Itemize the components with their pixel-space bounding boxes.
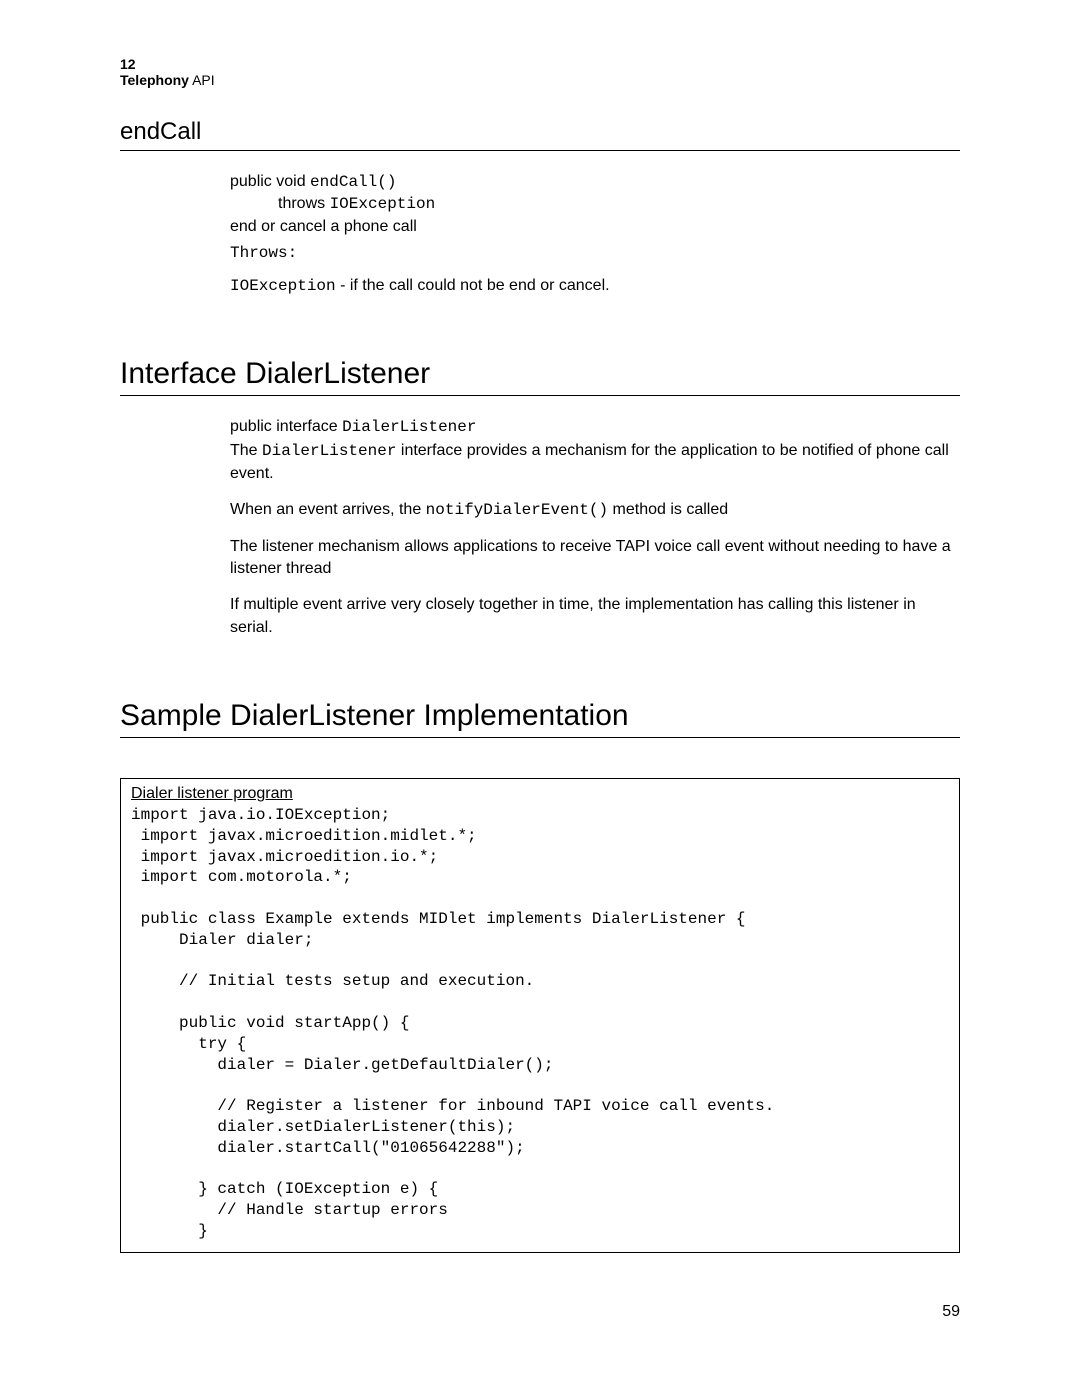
code-lines: import java.io.IOException; import javax… [131,805,949,1242]
dl-para2-code: notifyDialerEvent() [426,501,608,519]
page-header: 12 Telephony API [120,56,960,88]
throws-kw: throws [278,195,330,212]
dl-para2-pre: When an event arrives, the [230,501,426,518]
chapter-title-rest: API [189,72,215,88]
dialerlistener-block: public interface DialerListener The Dial… [230,416,960,639]
dl-para1-code: DialerListener [262,442,396,460]
endcall-block: public void endCall() throws IOException… [230,171,960,297]
code-box: Dialer listener program import java.io.I… [120,778,960,1253]
dl-para2-post: method is called [608,501,728,518]
heading-endcall: endCall [120,118,960,146]
page-container: 12 Telephony API endCall public void end… [0,0,1080,1361]
heading-dialerlistener: Interface DialerListener [120,357,960,391]
heading-sample: Sample DialerListener Implementation [120,699,960,733]
dl-para2: When an event arrives, the notifyDialerE… [230,499,960,521]
endcall-signature-line1: public void endCall() [230,171,960,193]
page-number: 59 [120,1303,960,1321]
sig-prefix: public void [230,173,310,190]
endcall-signature-line2: throws IOException [278,193,960,215]
dl-signature: public interface DialerListener [230,416,960,438]
endcall-desc: end or cancel a phone call [230,216,960,238]
code-box-title: Dialer listener program [131,785,293,803]
dl-para1-pre: The [230,442,262,459]
sig-method: endCall() [310,173,396,191]
dl-para4: If multiple event arrive very closely to… [230,594,960,639]
dl-para3: The listener mechanism allows applicatio… [230,536,960,581]
dl-para1: The DialerListener interface provides a … [230,440,960,485]
chapter-number: 12 [120,56,960,72]
rule-dialerlistener [120,395,960,396]
throws-label: Throws: [230,242,960,264]
throws-item-rest: - if the call could not be end or cancel… [336,277,610,294]
dl-sig-prefix: public interface [230,418,342,435]
chapter-title: Telephony API [120,72,960,88]
throws-item: IOException - if the call could not be e… [230,275,960,297]
rule-sample [120,737,960,738]
chapter-title-bold: Telephony [120,72,189,88]
throws-item-type: IOException [230,277,336,295]
rule-endcall [120,150,960,151]
throws-type: IOException [330,195,436,213]
dl-sig-name: DialerListener [342,418,476,436]
